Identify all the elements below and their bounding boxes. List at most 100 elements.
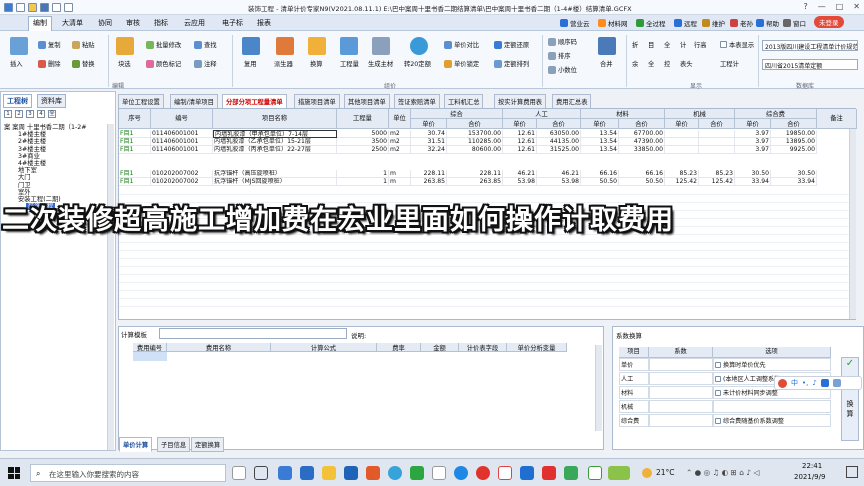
grid-cell-seq[interactable]: F目1 <box>119 146 151 154</box>
grid-cell-v6[interactable] <box>665 146 699 154</box>
grid-cell-v8[interactable]: 3.97 <box>735 138 771 146</box>
main-material-button[interactable]: 生成主材 <box>368 59 393 68</box>
task-view-icon[interactable] <box>254 466 268 480</box>
tree-node[interactable]: 3#楼主楼 <box>4 146 87 153</box>
grid-cell-v6[interactable]: 85.23 <box>665 170 699 178</box>
find-button[interactable]: 查找 <box>194 40 217 49</box>
maintain-link[interactable]: 维护 <box>702 18 725 28</box>
grid-cell-name[interactable]: 内墙乳胶漆（乙承包单位）15-21层 <box>213 138 337 146</box>
tab-unit-price-calc[interactable]: 单价计算 <box>119 437 153 452</box>
control-button[interactable]: 控 <box>664 59 670 68</box>
close-button[interactable]: ✕ <box>853 2 860 11</box>
grid-cell-v3[interactable]: 53.98 <box>537 178 581 186</box>
grid-cell-v3[interactable]: 63050.00 <box>537 130 581 138</box>
option-checkbox[interactable] <box>715 362 721 368</box>
reuse-button[interactable]: 复用 <box>244 59 257 68</box>
app-icon[interactable] <box>278 466 292 480</box>
main-material-icon[interactable] <box>372 37 390 55</box>
grid-cell-code[interactable]: 011406001001 <box>151 138 213 146</box>
merge-button[interactable]: 合并 <box>600 59 613 68</box>
menu-review[interactable]: 审核 <box>126 18 140 28</box>
comment-button[interactable]: 注释 <box>194 59 217 68</box>
grid-cell-code[interactable]: 011406001001 <box>151 146 213 154</box>
word-icon[interactable] <box>300 466 314 480</box>
window-link[interactable]: 窗口 <box>783 18 806 28</box>
project-calc-button[interactable]: 工程计 <box>720 59 739 68</box>
sort-button[interactable]: 排序 <box>548 51 571 60</box>
col-qty-header[interactable]: 工程量 <box>337 109 389 129</box>
option-checkbox[interactable] <box>715 376 721 382</box>
tray-icons[interactable]: ⌃ ● ◎ ♫ ◐ ⊞ ⌂ ♪ ◁ <box>686 468 759 477</box>
glodon-icon[interactable] <box>498 466 512 480</box>
tree-node[interactable]: 地下室 <box>4 167 87 174</box>
tab-quota-convert[interactable]: 定额换算 <box>191 437 225 452</box>
menu-collab[interactable]: 协同 <box>98 18 112 28</box>
grid-cell-v5[interactable]: 50.50 <box>619 178 665 186</box>
grid-cell-v1[interactable]: 153700.00 <box>447 130 503 138</box>
order-code-button[interactable]: 顺序码 <box>548 37 577 46</box>
coef-value-input[interactable] <box>649 372 713 385</box>
grid-cell-v0[interactable]: 32.24 <box>411 146 447 154</box>
grid-cell-name[interactable]: 内墙乳胶漆（丙承包单位）22-27层 <box>213 146 337 154</box>
taskbar-search-input[interactable]: 在这里输入你要搜索的内容 <box>30 464 226 482</box>
grid-cell-v4[interactable]: 13.54 <box>581 130 619 138</box>
grid-cell-v7[interactable] <box>699 130 735 138</box>
tab-project-tree[interactable]: 工程树 <box>3 94 32 108</box>
col-seq-header[interactable]: 序号 <box>119 109 151 129</box>
menu-cloud[interactable]: 云应用 <box>184 18 205 28</box>
all2-button[interactable]: 全 <box>648 59 654 68</box>
tab-visa-claims[interactable]: 签证索赔清单 <box>394 94 440 109</box>
minimize-button[interactable]: — <box>818 2 826 11</box>
undo-icon[interactable] <box>52 2 61 12</box>
new-icon[interactable] <box>16 2 25 12</box>
grid-cell-seq[interactable]: F目1 <box>119 138 151 146</box>
grid-cell-v0[interactable]: 228.11 <box>411 170 447 178</box>
tree-node[interactable]: 4#楼主楼 <box>4 160 87 167</box>
color-mark-button[interactable]: 颜色标记 <box>146 59 181 68</box>
table-display-button[interactable]: 本表显示 <box>720 40 754 49</box>
calc-scrollbar[interactable] <box>595 345 602 431</box>
clock-date[interactable]: 2021/9/9 <box>794 473 825 481</box>
menu-edit[interactable]: 编制 <box>28 16 52 31</box>
grid-cell-v0[interactable]: 31.51 <box>411 138 447 146</box>
wechat-icon[interactable] <box>410 466 424 480</box>
header-button[interactable]: 表头 <box>680 59 693 68</box>
chrome-icon[interactable] <box>476 466 490 480</box>
quantity-icon[interactable] <box>340 37 358 55</box>
col-name-header[interactable]: 项目名称 <box>213 109 337 129</box>
tree-node[interactable]: 门卫 <box>4 182 87 189</box>
grid-cell-v9[interactable]: 13895.00 <box>771 138 817 146</box>
ime-mic-icon[interactable]: ♪ <box>812 379 816 387</box>
insert-button[interactable]: 插入 <box>10 59 23 68</box>
grid-cell-v2[interactable]: 12.61 <box>503 138 537 146</box>
merge-icon[interactable] <box>598 37 616 55</box>
coef-option[interactable]: 换算时单价优先 <box>713 358 831 371</box>
grid-cell-v6[interactable] <box>665 138 699 146</box>
coef-value-input[interactable] <box>649 358 713 371</box>
grid-cell-v3[interactable]: 44135.00 <box>537 138 581 146</box>
tree-node[interactable]: 3#商业 <box>4 153 87 160</box>
level-all-button[interactable]: 全 <box>48 110 56 118</box>
quantity-button[interactable]: 工程量 <box>340 59 359 68</box>
reuse-icon[interactable] <box>242 37 260 55</box>
grid-cell-v4[interactable]: 66.16 <box>581 170 619 178</box>
pdf-icon[interactable] <box>542 466 556 480</box>
grid-cell-v9[interactable]: 9925.00 <box>771 146 817 154</box>
quota-restore-button[interactable]: 定额还原 <box>494 40 529 49</box>
grid-cell-code[interactable]: 010202007002 <box>151 170 213 178</box>
hongye-icon[interactable] <box>520 466 534 480</box>
coef-value-input[interactable] <box>649 386 713 399</box>
derive-button[interactable]: 派生器 <box>274 59 293 68</box>
price-compare-button[interactable]: 单价对比 <box>444 40 479 49</box>
grid-cell-unit[interactable]: m <box>389 178 411 186</box>
coef-option[interactable] <box>713 400 831 413</box>
tab-material-summary[interactable]: 工料机汇总 <box>444 94 484 109</box>
convert-icon[interactable] <box>308 37 326 55</box>
paste-button[interactable]: 粘贴 <box>72 40 95 49</box>
user-link[interactable]: 老孙 <box>730 18 753 28</box>
remote-link[interactable]: 远程 <box>674 18 697 28</box>
grid-cell-v4[interactable]: 50.50 <box>581 178 619 186</box>
catalog-button[interactable]: 目 <box>648 40 654 49</box>
tab-item-info[interactable]: 子目信息 <box>157 437 191 452</box>
quota20-button[interactable]: 转20定额 <box>404 59 431 68</box>
